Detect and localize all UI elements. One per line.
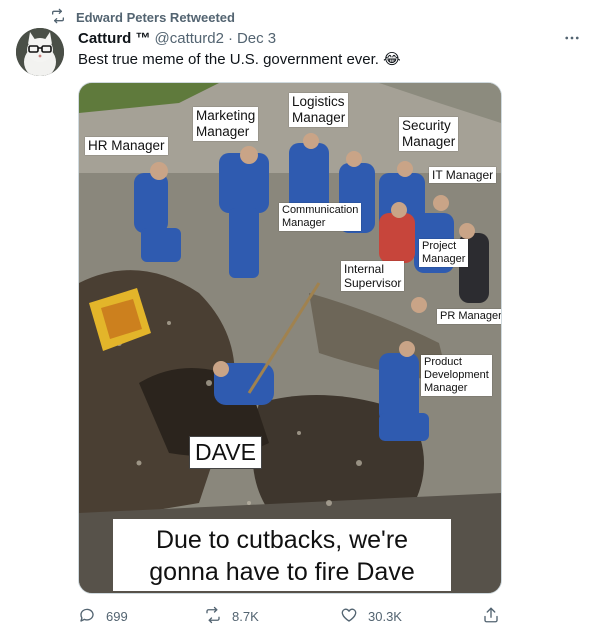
tweet-date[interactable]: Dec 3 bbox=[237, 30, 276, 47]
like-button[interactable]: 30.3K bbox=[340, 606, 402, 627]
meme-label-pr: PR Manager bbox=[437, 309, 501, 324]
meme-label-dave: DAVE bbox=[189, 436, 262, 469]
meme-label-it: IT Manager bbox=[429, 167, 497, 183]
author-handle[interactable]: @catturd2 bbox=[155, 30, 224, 47]
retweet-banner-text: Edward Peters Retweeted bbox=[76, 9, 235, 25]
retweet-count: 8.7K bbox=[232, 608, 259, 624]
retweet-action-icon bbox=[204, 606, 222, 627]
like-count: 30.3K bbox=[368, 608, 402, 624]
meme-label-marketing: Marketing Manager bbox=[193, 107, 259, 141]
tweet-media-image[interactable]: HR Manager Marketing Manager Logistics M… bbox=[78, 82, 502, 594]
share-icon bbox=[482, 606, 500, 627]
meme-caption-line2: gonna have to fire Dave bbox=[149, 558, 415, 586]
retweet-button[interactable]: 8.7K bbox=[204, 606, 259, 627]
retweet-banner[interactable]: Edward Peters Retweeted bbox=[50, 8, 235, 26]
meme-label-security: Security Manager bbox=[399, 117, 459, 151]
share-button[interactable] bbox=[482, 606, 500, 627]
more-options-icon[interactable] bbox=[562, 28, 582, 48]
meme-label-product: Product Development Manager bbox=[421, 355, 492, 396]
retweet-icon bbox=[50, 8, 66, 27]
meme-label-project: Project Manager bbox=[419, 239, 469, 267]
tweet-actions: 699 8.7K 30.3K bbox=[78, 604, 502, 628]
tweet-card[interactable]: Edward Peters Retweeted Catturd ™ @cattu… bbox=[0, 0, 598, 638]
reply-button[interactable]: 699 bbox=[78, 606, 128, 627]
tweet-header: Catturd ™ @catturd2 · Dec 3 bbox=[78, 28, 276, 48]
meme-caption-line1: Due to cutbacks, we're bbox=[155, 526, 409, 554]
separator-dot: · bbox=[227, 29, 233, 47]
meme-photo bbox=[79, 83, 501, 593]
reply-icon bbox=[78, 606, 96, 627]
reply-count: 699 bbox=[106, 608, 128, 624]
avatar[interactable] bbox=[16, 28, 64, 76]
meme-label-hr: HR Manager bbox=[85, 137, 168, 155]
meme-caption: Due to cutbacks, we're gonna have to fir… bbox=[113, 519, 451, 591]
tweet-text: Best true meme of the U.S. government ev… bbox=[78, 51, 401, 68]
meme-label-communication: Communication Manager bbox=[279, 203, 362, 231]
meme-label-internal: Internal Supervisor bbox=[341, 261, 405, 291]
author-name[interactable]: Catturd ™ bbox=[78, 30, 151, 47]
meme-label-logistics: Logistics Manager bbox=[289, 93, 349, 127]
heart-icon bbox=[340, 606, 358, 627]
